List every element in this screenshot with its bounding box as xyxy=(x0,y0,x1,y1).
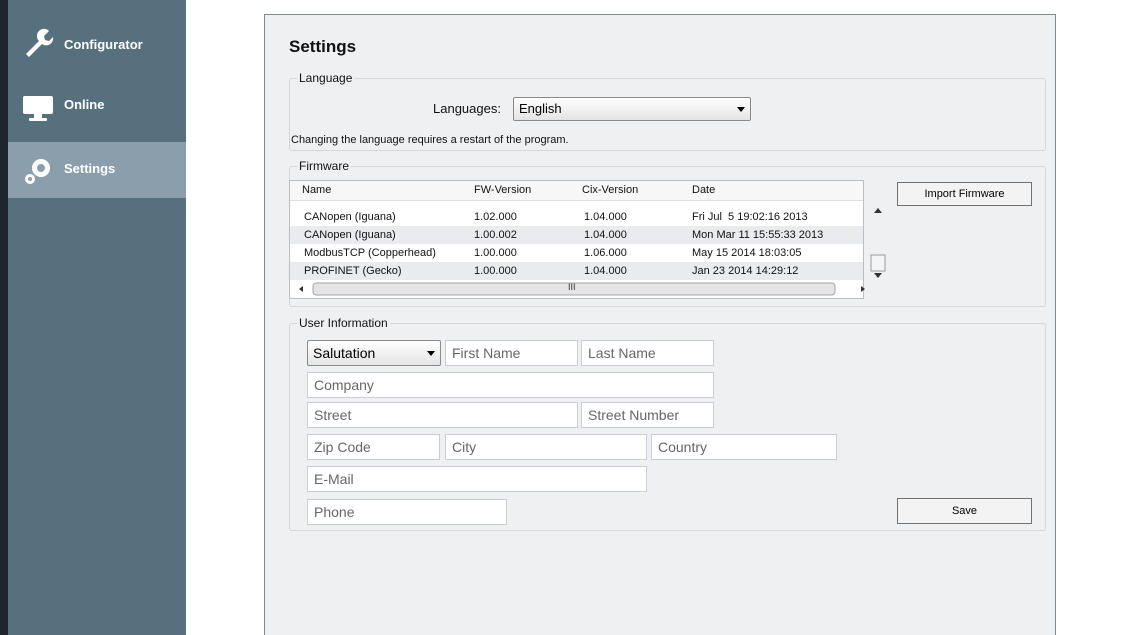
first-name-field[interactable] xyxy=(445,340,578,366)
cell-fw-version: 1.00.000 xyxy=(474,265,517,277)
email-field[interactable] xyxy=(307,466,647,492)
settings-panel: Settings Language Languages: English Cha… xyxy=(264,14,1056,635)
firmware-group-title: Firmware xyxy=(297,159,351,173)
chevron-down-icon xyxy=(427,351,435,356)
scroll-grip: III xyxy=(568,282,576,292)
save-button[interactable]: Save xyxy=(897,498,1032,524)
language-restart-note: Changing the language requires a restart… xyxy=(291,134,569,146)
column-header-cix-version[interactable]: Cix-Version xyxy=(582,181,638,199)
table-horizontal-scrollbar[interactable]: III xyxy=(291,281,867,297)
country-field[interactable] xyxy=(651,434,837,460)
sidebar: Configurator Online Settings xyxy=(8,0,186,635)
phone-field[interactable] xyxy=(307,499,507,525)
cell-fw-version: 1.00.000 xyxy=(474,247,517,259)
monitor-icon xyxy=(23,96,53,121)
cell-name: PROFINET (Gecko) xyxy=(304,265,402,277)
cell-name: ModbusTCP (Copperhead) xyxy=(304,247,436,259)
language-select[interactable]: English xyxy=(513,97,751,121)
cell-date: May 15 2014 18:03:05 xyxy=(692,247,802,259)
table-row[interactable]: CANopen (Iguana) 1.00.002 1.04.000 Mon M… xyxy=(290,226,863,244)
sidebar-item-label: Settings xyxy=(64,161,116,176)
street-field[interactable] xyxy=(307,402,578,428)
import-firmware-button[interactable]: Import Firmware xyxy=(897,182,1032,206)
wrench-icon xyxy=(26,28,54,57)
cell-name: CANopen (Iguana) xyxy=(304,211,396,223)
cell-cix-version: 1.06.000 xyxy=(584,247,627,259)
street-number-field[interactable] xyxy=(581,402,714,428)
cell-cix-version: 1.04.000 xyxy=(584,265,627,277)
cell-date: Fri Jul 5 19:02:16 2013 xyxy=(692,211,808,223)
languages-label: Languages: xyxy=(433,101,501,116)
last-name-field[interactable] xyxy=(581,340,714,366)
scrollbar-track xyxy=(299,282,865,296)
cell-cix-version: 1.04.000 xyxy=(584,211,627,223)
language-group-title: Language xyxy=(297,71,355,85)
zip-code-field[interactable] xyxy=(307,434,440,460)
company-field[interactable] xyxy=(307,372,714,398)
table-row[interactable]: ModbusTCP (Copperhead) 1.00.000 1.06.000… xyxy=(290,244,863,262)
user-info-group-title: User Information xyxy=(297,316,390,330)
column-header-name[interactable]: Name xyxy=(302,181,331,199)
chevron-down-icon xyxy=(737,107,745,112)
table-row[interactable]: PROFINET (Gecko) 1.00.000 1.04.000 Jan 2… xyxy=(290,262,863,280)
sidebar-item-online[interactable]: Online xyxy=(8,78,186,134)
cell-cix-version: 1.04.000 xyxy=(584,229,627,241)
scrollbar-arrows xyxy=(870,208,886,278)
cell-date: Jan 23 2014 14:29:12 xyxy=(692,265,799,277)
page-title: Settings xyxy=(289,37,357,56)
city-field[interactable] xyxy=(445,434,647,460)
cell-fw-version: 1.00.002 xyxy=(474,229,517,241)
table-vertical-scrollbar[interactable] xyxy=(869,203,887,283)
sidebar-item-label: Online xyxy=(64,97,105,112)
window-edge xyxy=(0,0,8,635)
cell-date: Mon Mar 11 15:55:33 2013 xyxy=(692,229,824,241)
table-row[interactable]: CANopen (Iguana) 1.02.000 1.04.000 Fri J… xyxy=(290,208,863,226)
sidebar-item-settings[interactable]: Settings xyxy=(8,142,186,198)
sidebar-item-configurator[interactable]: Configurator xyxy=(8,15,186,71)
table-header xyxy=(290,181,863,201)
salutation-select[interactable]: Salutation xyxy=(307,340,441,366)
cell-fw-version: 1.02.000 xyxy=(474,211,517,223)
cell-name: CANopen (Iguana) xyxy=(304,229,396,241)
column-header-fw-version[interactable]: FW-Version xyxy=(474,181,531,199)
salutation-selected-value: Salutation xyxy=(313,345,376,361)
column-header-date[interactable]: Date xyxy=(692,181,715,199)
language-selected-value: English xyxy=(519,101,562,116)
gears-icon xyxy=(25,159,50,184)
sidebar-item-label: Configurator xyxy=(64,37,143,52)
